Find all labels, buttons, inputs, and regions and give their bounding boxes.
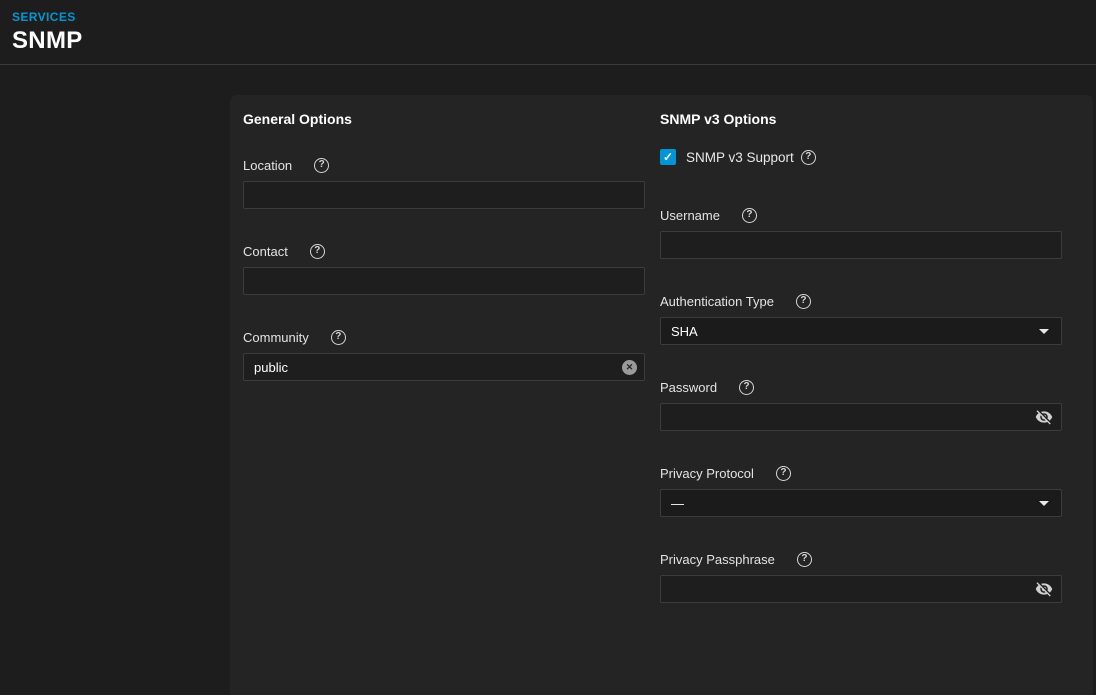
privacy-passphrase-input[interactable] (660, 575, 1062, 603)
password-label: Password (660, 380, 717, 395)
field-privacy-passphrase: Privacy Passphrase ? (660, 552, 1062, 603)
snmp-settings-card: General Options Location ? Contact ? (230, 95, 1093, 695)
location-input[interactable] (243, 181, 645, 209)
authentication-type-label: Authentication Type (660, 294, 774, 309)
field-username: Username ? (660, 208, 1062, 259)
community-input[interactable] (243, 353, 645, 381)
page-content: General Options Location ? Contact ? (0, 65, 1096, 619)
privacy-passphrase-label: Privacy Passphrase (660, 552, 775, 567)
snmp-v3-options-title: SNMP v3 Options (660, 111, 1062, 127)
snmp-v3-support-checkbox[interactable]: ✓ (660, 149, 676, 165)
clear-icon[interactable]: ✕ (622, 360, 637, 375)
help-icon[interactable]: ? (776, 466, 791, 481)
snmp-v3-support-row[interactable]: ✓ SNMP v3 Support ? (660, 148, 1062, 166)
help-icon[interactable]: ? (801, 150, 816, 165)
field-location: Location ? (243, 158, 645, 209)
page-header: SERVICES SNMP (0, 0, 1096, 65)
help-icon[interactable]: ? (314, 158, 329, 173)
username-label: Username (660, 208, 720, 223)
eye-off-icon[interactable] (1035, 580, 1053, 598)
field-community: Community ? ✕ (243, 330, 645, 381)
chevron-down-icon (1039, 329, 1049, 334)
community-label: Community (243, 330, 309, 345)
breadcrumb-services[interactable]: SERVICES (12, 10, 76, 24)
general-options-title: General Options (243, 111, 645, 127)
help-icon[interactable]: ? (310, 244, 325, 259)
snmp-v3-support-label: SNMP v3 Support (686, 150, 794, 165)
authentication-type-value: SHA (671, 324, 698, 339)
chevron-down-icon (1039, 501, 1049, 506)
eye-off-icon[interactable] (1035, 408, 1053, 426)
contact-label: Contact (243, 244, 288, 259)
field-authentication-type: Authentication Type ? SHA (660, 294, 1062, 345)
snmp-v3-options-section: SNMP v3 Options ✓ SNMP v3 Support ? User… (660, 111, 1062, 671)
username-input[interactable] (660, 231, 1062, 259)
general-options-section: General Options Location ? Contact ? (243, 111, 645, 671)
field-privacy-protocol: Privacy Protocol ? — (660, 466, 1062, 517)
help-icon[interactable]: ? (739, 380, 754, 395)
privacy-protocol-select[interactable]: — (660, 489, 1062, 517)
contact-input[interactable] (243, 267, 645, 295)
location-label: Location (243, 158, 292, 173)
privacy-protocol-value: — (671, 496, 684, 511)
help-icon[interactable]: ? (331, 330, 346, 345)
authentication-type-select[interactable]: SHA (660, 317, 1062, 345)
page-title: SNMP (12, 28, 1096, 54)
help-icon[interactable]: ? (797, 552, 812, 567)
privacy-protocol-label: Privacy Protocol (660, 466, 754, 481)
password-input[interactable] (660, 403, 1062, 431)
help-icon[interactable]: ? (742, 208, 757, 223)
help-icon[interactable]: ? (796, 294, 811, 309)
field-password: Password ? (660, 380, 1062, 431)
field-contact: Contact ? (243, 244, 645, 295)
